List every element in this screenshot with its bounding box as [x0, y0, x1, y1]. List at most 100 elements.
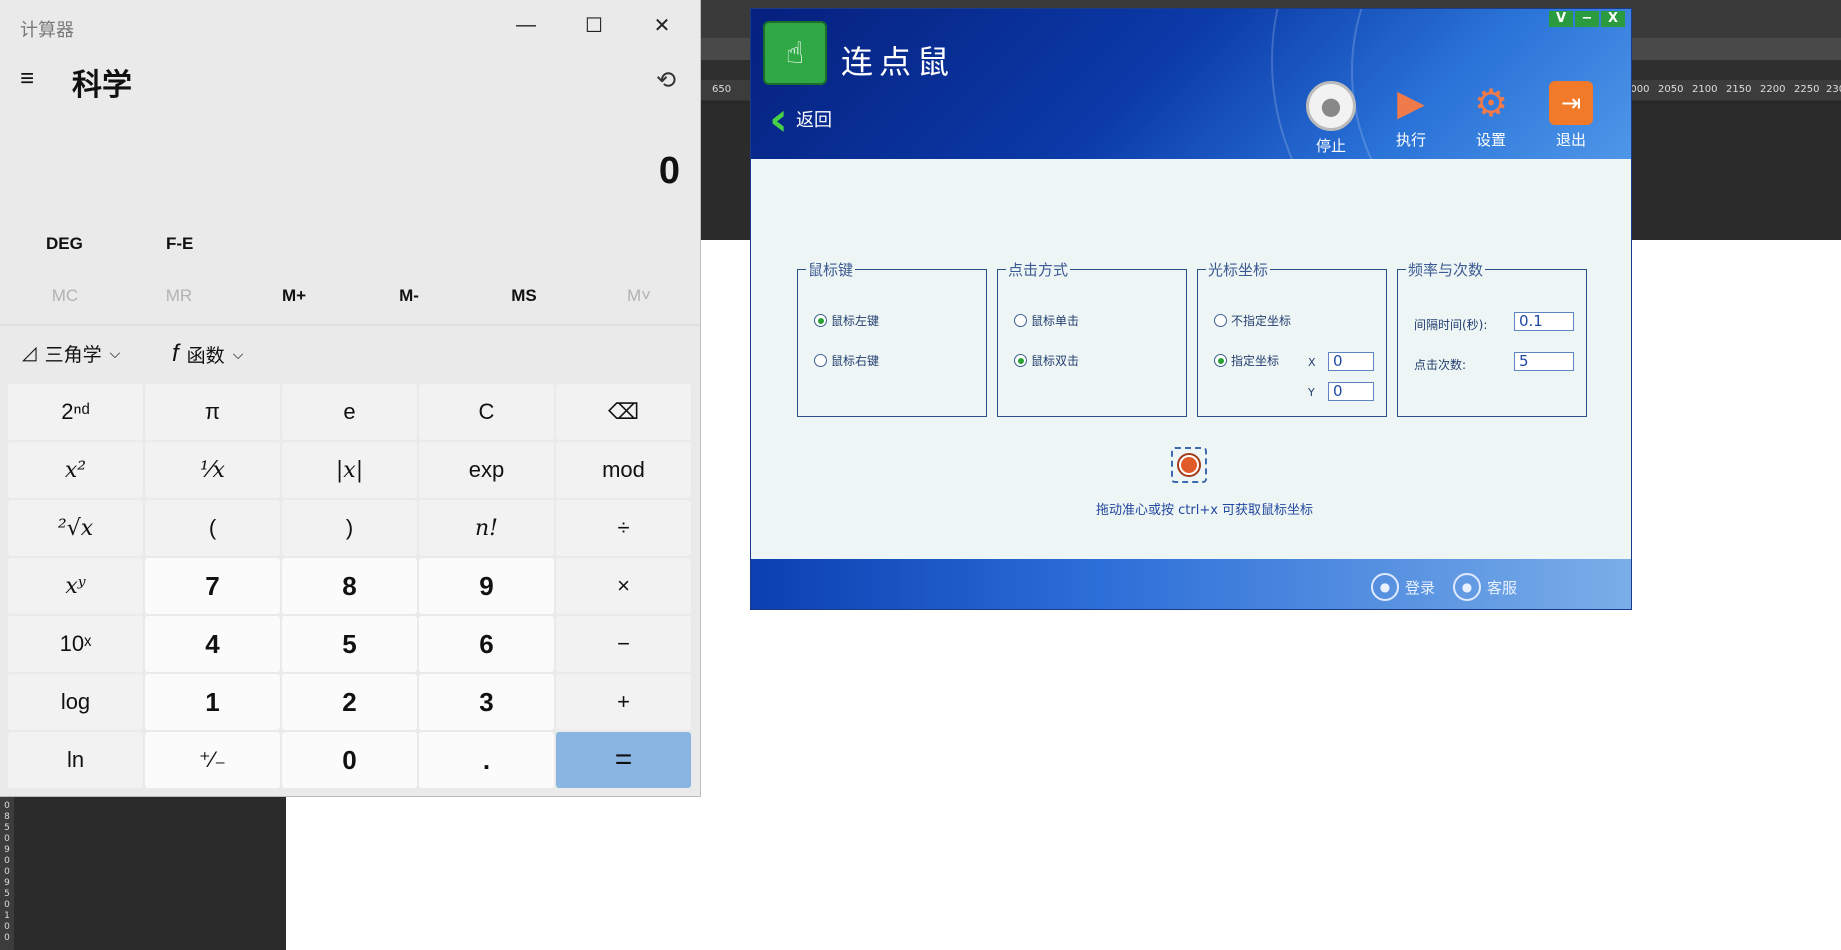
memory-subtract-button[interactable]: M- — [364, 286, 454, 306]
count-label: 点击次数: — [1414, 358, 1467, 372]
memory-list-button[interactable]: M˅ — [594, 286, 684, 306]
fe-button[interactable]: F-E — [166, 234, 193, 254]
ln-key[interactable]: ln — [8, 732, 143, 788]
y-coordinate-input[interactable]: 0 — [1328, 382, 1374, 401]
digit-2-key[interactable]: 2 — [282, 674, 417, 730]
memory-recall-button[interactable]: MR — [134, 286, 224, 306]
divider — [0, 324, 700, 326]
function-icon: f — [172, 340, 179, 367]
digit-6-key[interactable]: 6 — [419, 616, 554, 672]
no-coordinate-option[interactable]: 不指定坐标 — [1214, 312, 1291, 329]
login-label: 登录 — [1405, 578, 1436, 597]
reciprocal-key[interactable]: ¹⁄x — [145, 442, 280, 498]
close-paren-key[interactable]: ) — [282, 500, 417, 556]
deg-button[interactable]: DEG — [46, 234, 83, 254]
ruler-tick: 9 — [4, 878, 10, 888]
service-button[interactable]: ● 客服 — [1453, 573, 1517, 601]
memory-store-button[interactable]: MS — [479, 286, 569, 306]
service-label: 客服 — [1487, 578, 1518, 597]
second-function-key[interactable]: 2ⁿᵈ — [8, 384, 143, 440]
digit-3-key[interactable]: 3 — [419, 674, 554, 730]
e-key[interactable]: e — [282, 384, 417, 440]
ruler-tick: 230 — [1826, 84, 1841, 95]
square-root-key[interactable]: ²√x — [8, 500, 143, 556]
run-button[interactable]: ▶ 执行 — [1381, 81, 1441, 150]
divide-key[interactable]: ÷ — [556, 500, 691, 556]
digit-9-key[interactable]: 9 — [419, 558, 554, 614]
log-key[interactable]: log — [8, 674, 143, 730]
factorial-key[interactable]: n! — [419, 500, 554, 556]
digit-0-key[interactable]: 0 — [282, 732, 417, 788]
crosshair-icon[interactable] — [1171, 447, 1207, 483]
minimize-button[interactable]: — — [492, 0, 560, 50]
radio-button[interactable] — [1014, 314, 1027, 327]
calculator-mode-title: 科学 — [72, 69, 132, 102]
close-button[interactable]: ✕ — [628, 0, 696, 50]
clear-key[interactable]: C — [419, 384, 554, 440]
count-input[interactable]: 5 — [1514, 352, 1574, 371]
login-button[interactable]: ● 登录 — [1371, 573, 1435, 601]
radio-button[interactable] — [814, 314, 827, 327]
maximize-button[interactable]: ☐ — [560, 0, 628, 50]
decimal-key[interactable]: . — [419, 732, 554, 788]
double-click-option[interactable]: 鼠标双击 — [1014, 352, 1079, 369]
trigonometry-dropdown[interactable]: ◿ 三角学 ⌵ — [22, 340, 120, 367]
radio-button[interactable] — [1214, 314, 1227, 327]
digit-8-key[interactable]: 8 — [282, 558, 417, 614]
right-button-option[interactable]: 鼠标右键 — [814, 352, 879, 369]
exit-button[interactable]: ⇥ 退出 — [1541, 81, 1601, 150]
add-key[interactable]: + — [556, 674, 691, 730]
x-coordinate-input[interactable]: 0 — [1328, 352, 1374, 371]
auto-clicker-window: ☝ 连点鼠 V − X ‹ 返回 ● 停止 ▶ 执行 ⚙ 设置 ⇥ 退出 鼠标键 — [750, 8, 1632, 610]
digit-7-key[interactable]: 7 — [145, 558, 280, 614]
auto-clicker-header[interactable]: ☝ 连点鼠 V − X ‹ 返回 ● 停止 ▶ 执行 ⚙ 设置 ⇥ 退出 — [751, 9, 1631, 159]
skin-button[interactable]: V — [1549, 11, 1573, 27]
ruler-tick: 0 — [4, 801, 10, 811]
single-click-option[interactable]: 鼠标单击 — [1014, 312, 1079, 329]
mod-key[interactable]: mod — [556, 442, 691, 498]
back-button[interactable]: ‹ 返回 — [769, 92, 832, 146]
pi-key[interactable]: π — [145, 384, 280, 440]
background-vertical-ruler: 8 0 8 5 0 9 0 0 9 5 0 1 0 0 — [0, 790, 14, 950]
interval-input[interactable]: 0.1 — [1514, 312, 1574, 331]
crosshair-hint: 拖动准心或按 ctrl+x 可获取鼠标坐标 — [1096, 503, 1314, 518]
ten-power-key[interactable]: 10ˣ — [8, 616, 143, 672]
group-legend: 鼠标键 — [806, 259, 856, 280]
subtract-key[interactable]: − — [556, 616, 691, 672]
auto-clicker-footer: ● 登录 ● 客服 — [751, 559, 1631, 609]
ruler-tick: 2250 — [1794, 84, 1820, 95]
square-key[interactable]: x² — [8, 442, 143, 498]
radio-button[interactable] — [814, 354, 827, 367]
history-icon[interactable]: ⟲ — [656, 66, 676, 95]
memory-add-button[interactable]: M+ — [249, 286, 339, 306]
backspace-icon[interactable]: ⌫ — [556, 384, 691, 440]
app-title: 连点鼠 — [841, 43, 956, 81]
support-icon: ● — [1453, 573, 1481, 601]
digit-5-key[interactable]: 5 — [282, 616, 417, 672]
chevron-down-icon: ⌵ — [232, 345, 244, 362]
memory-clear-button[interactable]: MC — [20, 286, 110, 306]
calculator-titlebar[interactable]: 计算器 — ☐ ✕ — [0, 0, 700, 50]
exp-key[interactable]: exp — [419, 442, 554, 498]
chevron-left-icon: ‹ — [769, 92, 788, 146]
close-button[interactable]: X — [1601, 11, 1625, 27]
stop-button[interactable]: ● 停止 — [1301, 81, 1361, 156]
specify-coordinate-option[interactable]: 指定坐标 — [1214, 352, 1279, 369]
radio-button[interactable] — [1214, 354, 1227, 367]
ruler-tick: 0 — [4, 900, 10, 910]
multiply-key[interactable]: × — [556, 558, 691, 614]
functions-dropdown[interactable]: f 函数 ⌵ — [172, 340, 243, 368]
settings-button[interactable]: ⚙ 设置 — [1461, 81, 1521, 150]
minimize-button[interactable]: − — [1575, 11, 1599, 27]
digit-4-key[interactable]: 4 — [145, 616, 280, 672]
absolute-value-key[interactable]: |x| — [282, 442, 417, 498]
digit-1-key[interactable]: 1 — [145, 674, 280, 730]
power-key[interactable]: xʸ — [8, 558, 143, 614]
equals-key[interactable]: = — [556, 732, 691, 788]
background-canvas-lower — [286, 790, 1841, 950]
hamburger-menu-icon[interactable]: ≡ — [20, 67, 46, 91]
left-button-option[interactable]: 鼠标左键 — [814, 312, 879, 329]
open-paren-key[interactable]: ( — [145, 500, 280, 556]
radio-button[interactable] — [1014, 354, 1027, 367]
negate-key[interactable]: ⁺⁄₋ — [145, 732, 280, 788]
